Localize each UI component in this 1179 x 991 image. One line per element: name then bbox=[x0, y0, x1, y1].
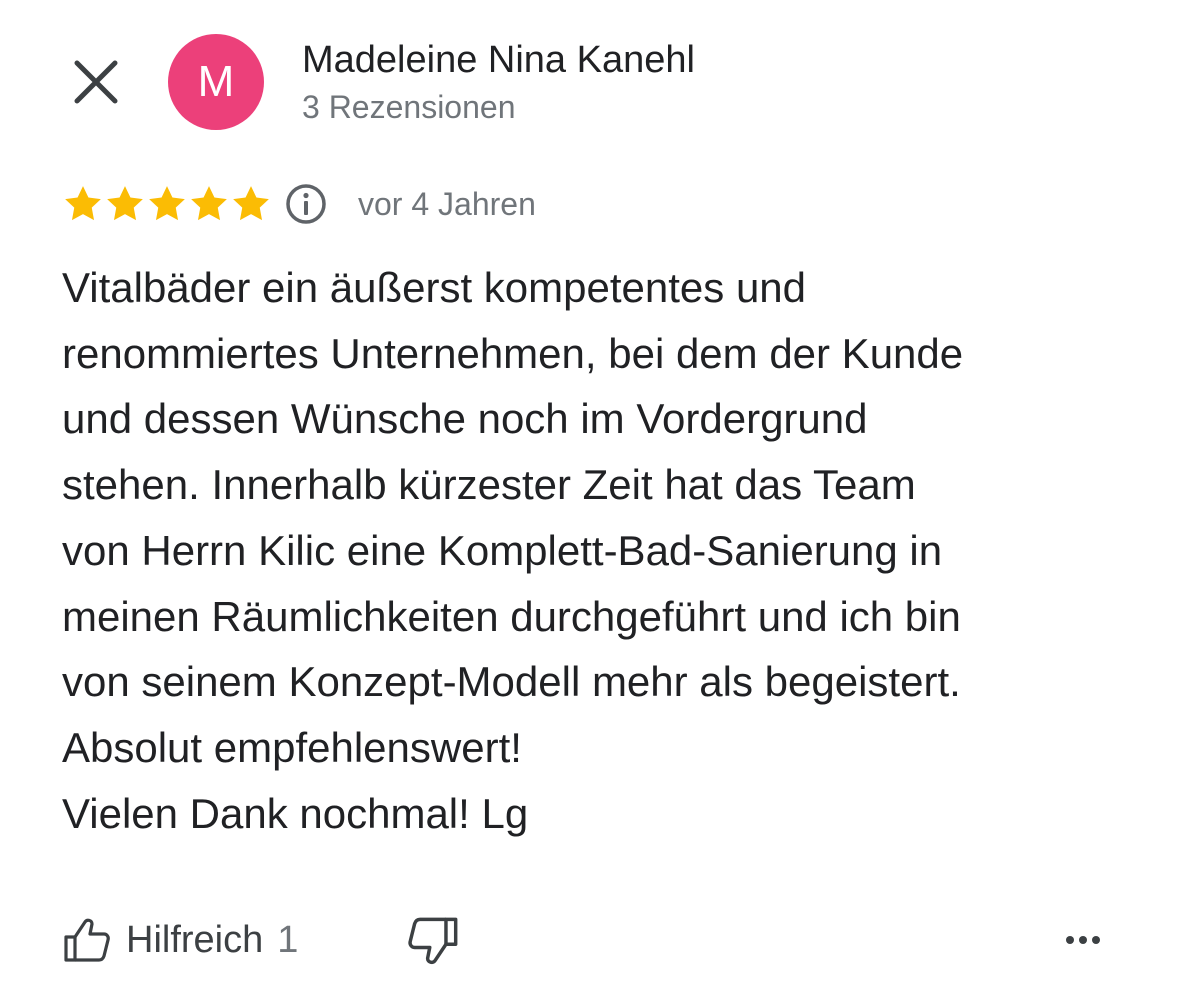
review-line: Absolut empfehlenswert! bbox=[62, 723, 522, 771]
info-icon bbox=[286, 184, 326, 224]
review-line: stehen. Innerhalb kürzester Zeit hat das… bbox=[62, 461, 916, 509]
review-line: renommiertes Unternehmen, bei dem der Ku… bbox=[62, 329, 964, 377]
author-name[interactable]: Madeleine Nina Kanehl bbox=[302, 38, 695, 82]
star-icon bbox=[107, 186, 143, 221]
close-button[interactable] bbox=[66, 52, 126, 112]
star-icon bbox=[233, 186, 269, 221]
avatar[interactable]: M bbox=[168, 34, 264, 130]
review-line: Vitalbäder ein äußerst kompetentes und bbox=[62, 264, 807, 311]
review-line: und dessen Wünsche noch im Vordergrund bbox=[62, 395, 868, 443]
more-options-button[interactable] bbox=[1058, 922, 1108, 958]
helpful-button[interactable]: Hilfreich 1 bbox=[62, 908, 298, 972]
star-rating bbox=[62, 183, 272, 227]
review-line: Vielen Dank nochmal! Lg bbox=[62, 789, 529, 837]
review-count: 3 Rezensionen bbox=[302, 89, 516, 125]
review-dialog: M Madeleine Nina Kanehl 3 Rezensionen vo… bbox=[0, 0, 1179, 991]
review-date: vor 4 Jahren bbox=[358, 186, 536, 222]
more-horizontal-icon bbox=[1066, 936, 1100, 944]
info-button[interactable] bbox=[284, 182, 328, 226]
review-line: von Herrn Kilic eine Komplett-Bad-Sanier… bbox=[62, 526, 943, 574]
review-line: von seinem Konzept-Modell mehr als begei… bbox=[62, 658, 961, 706]
helpful-label: Hilfreich bbox=[126, 918, 264, 961]
close-icon bbox=[74, 60, 118, 104]
star-icon bbox=[149, 186, 185, 221]
star-icon bbox=[65, 186, 101, 221]
review-line: meinen Räumlichkeiten durchgeführt und i… bbox=[62, 592, 961, 640]
thumbs-down-icon bbox=[408, 917, 458, 965]
review-text: Vitalbäder ein äußerst kompetentes und r… bbox=[62, 255, 1142, 846]
star-icon bbox=[191, 186, 227, 221]
not-helpful-button[interactable] bbox=[406, 914, 460, 968]
thumbs-up-icon bbox=[64, 918, 110, 962]
helpful-count: 1 bbox=[277, 918, 299, 961]
